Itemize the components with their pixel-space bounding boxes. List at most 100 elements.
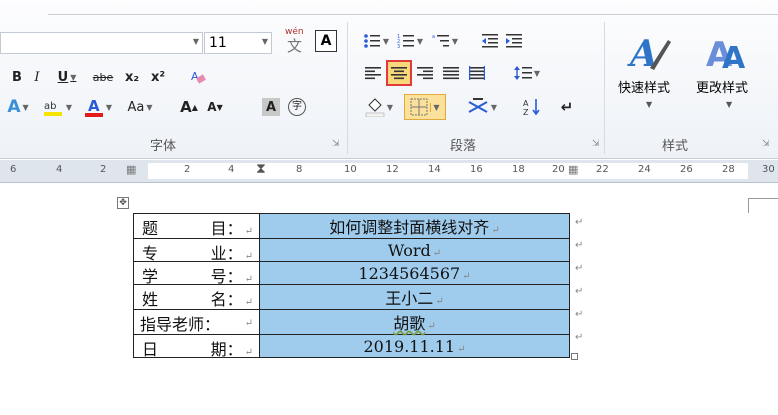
cell-end-mark-icon: ↵ xyxy=(435,296,444,307)
table-row: 指导老师： ↵ 胡歌 ↵ xyxy=(133,309,570,335)
chevron-down-icon[interactable]: ▼ xyxy=(430,102,440,112)
chevron-down-icon[interactable]: ▼ xyxy=(646,100,652,109)
table-cell-value[interactable]: 2019.11.11 ↵ xyxy=(259,334,570,358)
ruler-number: 18 xyxy=(512,164,525,175)
character-shading-button[interactable]: A xyxy=(262,98,280,116)
table-cell-label[interactable]: 题 目： ↵ xyxy=(133,213,260,239)
row-end-mark-icon: ↵ xyxy=(575,217,584,228)
grow-font-button[interactable]: A ▲ xyxy=(178,96,200,118)
bullets-button[interactable]: ▼ xyxy=(360,30,392,52)
phonetic-guide-button[interactable]: wén 文 xyxy=(283,27,309,55)
font-size-combo[interactable]: 11 ▼ xyxy=(204,32,272,54)
table-cell-label[interactable]: 专 业： ↵ xyxy=(133,238,260,263)
indent-marker-icon[interactable]: ⧗ xyxy=(256,161,266,177)
text-effects-button[interactable]: A ▼ xyxy=(2,96,34,118)
horizontal-ruler[interactable]: 6 4 2 ▦ 2 4 ⧗ 8 10 12 14 16 18 20 ▦ 22 2… xyxy=(0,160,778,183)
chevron-down-icon[interactable]: ▼ xyxy=(146,103,152,112)
table-cell-label[interactable]: 姓 名： ↵ xyxy=(133,284,260,310)
table-resize-handle[interactable] xyxy=(571,353,578,360)
increase-indent-button[interactable] xyxy=(504,30,524,52)
chevron-down-icon[interactable]: ▼ xyxy=(417,37,423,46)
align-center-button[interactable] xyxy=(386,60,412,86)
change-styles-icon: AA xyxy=(706,35,746,74)
styles-dialog-launcher-icon[interactable]: ⇲ xyxy=(762,139,770,149)
decrease-indent-button[interactable] xyxy=(480,30,500,52)
text-effects-icon: A xyxy=(7,97,21,117)
label-first: 专 xyxy=(142,244,159,263)
justify-button[interactable] xyxy=(440,62,462,84)
enclose-characters-button[interactable]: 字 xyxy=(286,96,308,118)
table-cell-label[interactable]: 学 号： ↵ xyxy=(133,261,260,286)
align-right-icon xyxy=(417,67,433,80)
table-row: 专业： ↵ Word ↵ xyxy=(133,238,570,263)
font-group-label: 字体 xyxy=(150,139,177,154)
page-corner-mark xyxy=(748,198,778,213)
shading-button[interactable]: ▼ xyxy=(360,96,398,118)
numbered-list-icon: 123 xyxy=(397,34,414,49)
chevron-down-icon[interactable]: ▼ xyxy=(70,73,76,82)
sort-button[interactable]: AZ xyxy=(520,96,546,118)
table-cell-value[interactable]: 胡歌 ↵ xyxy=(259,309,570,335)
line-spacing-button[interactable]: ▼ xyxy=(510,62,544,84)
cell-end-mark-icon: ↵ xyxy=(244,274,253,285)
chevron-down-icon[interactable]: ▼ xyxy=(383,37,389,46)
chevron-down-icon[interactable]: ▼ xyxy=(106,103,112,112)
table-cell-value[interactable]: 如何调整封面横线对齐 ↵ xyxy=(259,213,570,239)
chevron-down-icon[interactable]: ▼ xyxy=(726,100,732,109)
font-color-button[interactable]: A ▼ xyxy=(80,96,116,118)
paragraph-dialog-launcher-icon[interactable]: ⇲ xyxy=(592,139,600,149)
chevron-down-icon[interactable]: ▼ xyxy=(262,37,268,46)
show-hide-marks-button[interactable]: ↵ xyxy=(556,96,578,118)
borders-button[interactable]: ▼ xyxy=(404,94,446,120)
strikethrough-button[interactable]: abe xyxy=(88,66,118,88)
paragraph-mark-icon: ↵ xyxy=(560,98,574,116)
underline-button[interactable]: U ▼ xyxy=(50,66,84,88)
table-cell-value[interactable]: 1234564567 ↵ xyxy=(259,261,570,285)
chevron-down-icon[interactable]: ▼ xyxy=(66,103,72,112)
italic-button[interactable]: I xyxy=(28,66,46,88)
chevron-down-icon[interactable]: ▼ xyxy=(534,69,540,78)
bold-button[interactable]: B xyxy=(8,66,26,88)
font-dialog-launcher-icon[interactable]: ⇲ xyxy=(332,139,340,149)
chevron-down-icon[interactable]: ▼ xyxy=(23,103,29,112)
quick-styles-button[interactable]: A 快速样式 ▼ xyxy=(614,22,686,122)
change-styles-button[interactable]: AA 更改样式 ▼ xyxy=(692,22,768,122)
table-cell-value[interactable]: 王小二 ↵ xyxy=(259,284,570,310)
align-left-button[interactable] xyxy=(362,62,384,84)
label-last: 号： xyxy=(210,267,243,286)
table-move-handle-icon[interactable]: ✥ xyxy=(117,197,129,209)
table-cell-label[interactable]: 指导老师： ↵ xyxy=(133,309,260,335)
ruler-number: 8 xyxy=(296,164,303,175)
change-case-button[interactable]: Aa ▼ xyxy=(120,96,160,118)
table-cell-label[interactable]: 日 期： ↵ xyxy=(133,334,260,359)
chevron-down-icon[interactable]: ▼ xyxy=(387,103,393,112)
styles-group-label: 样式 xyxy=(662,139,689,154)
chevron-down-icon[interactable]: ▼ xyxy=(452,37,458,46)
multilevel-list-button[interactable]: a ▼ xyxy=(428,30,462,52)
chevron-down-icon[interactable]: ▼ xyxy=(491,103,497,112)
table-column-marker-icon[interactable]: ▦ xyxy=(126,163,136,176)
clear-formatting-button[interactable]: A xyxy=(186,66,210,88)
ruler-number: 22 xyxy=(596,164,609,175)
numbering-button[interactable]: 1 2 3 ▼ xyxy=(394,30,426,52)
character-border-button[interactable]: A xyxy=(315,30,337,52)
table-cell-value[interactable]: Word ↵ xyxy=(259,238,570,262)
label-last: 名： xyxy=(210,290,243,309)
clear-format-icon: A xyxy=(191,70,206,84)
table-column-marker-icon[interactable]: ▦ xyxy=(568,163,578,176)
svg-text:A: A xyxy=(523,99,529,108)
superscript-button[interactable]: x² xyxy=(146,66,170,88)
ruler-number: 4 xyxy=(56,164,63,175)
shrink-font-button[interactable]: A ▼ xyxy=(204,96,226,118)
subscript-button[interactable]: x₂ xyxy=(120,66,144,88)
highlight-color-button[interactable]: ab ▼ xyxy=(38,96,76,118)
chevron-down-icon[interactable]: ▼ xyxy=(193,37,199,46)
font-name-combo[interactable]: ▼ xyxy=(0,32,203,54)
distributed-button[interactable] xyxy=(466,62,488,84)
align-left-icon xyxy=(365,67,381,80)
table-row: 题目： ↵ 如何调整封面横线对齐 ↵ xyxy=(133,213,570,239)
strike-label: abe xyxy=(92,70,114,84)
align-right-button[interactable] xyxy=(414,62,436,84)
increase-indent-icon xyxy=(506,34,522,48)
chinese-layout-button[interactable]: ▼ xyxy=(462,96,502,118)
